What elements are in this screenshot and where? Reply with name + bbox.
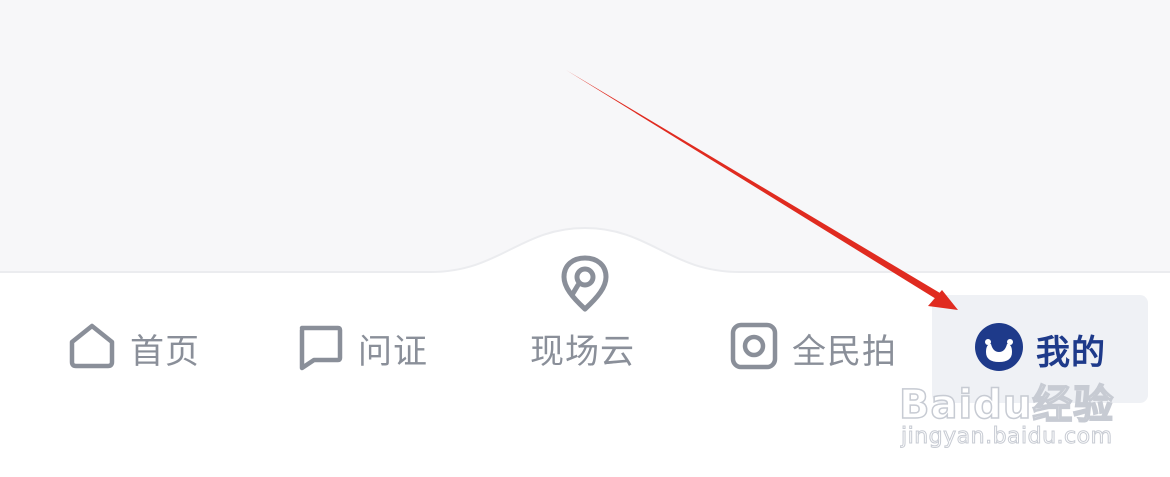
tab-shoot-label: 全民拍 (792, 331, 897, 372)
tab-mine-label: 我的 (1036, 332, 1106, 373)
chat-bubble-icon (294, 320, 346, 376)
camera-icon (728, 320, 780, 376)
tab-ask[interactable]: 问证 (294, 322, 428, 374)
tab-bar: 首页 问证 现场云 全民拍 我的 (0, 272, 1170, 477)
tab-shoot[interactable]: 全民拍 (728, 322, 897, 374)
avatar-icon (974, 322, 1024, 376)
tab-ask-label: 问证 (358, 331, 428, 372)
home-icon (66, 320, 118, 376)
tab-scene-label: 现场云 (530, 331, 635, 372)
tab-scene[interactable]: 现场云 (530, 322, 635, 374)
tab-mine[interactable]: 我的 (932, 295, 1148, 403)
tab-home[interactable]: 首页 (66, 322, 200, 374)
tab-home-label: 首页 (130, 331, 200, 372)
